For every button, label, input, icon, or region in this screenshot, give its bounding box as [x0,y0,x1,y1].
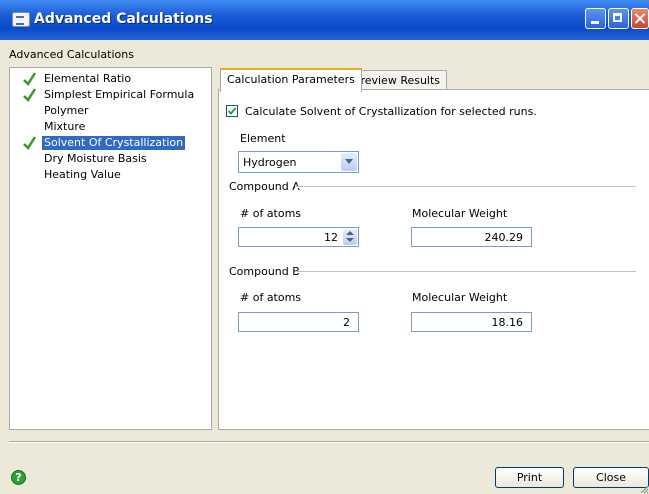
compound-b-mw-label: Molecular Weight [412,291,508,304]
compound-b-mw-field[interactable]: 18.16 [411,312,532,332]
tab-calculation-parameters[interactable]: Calculation Parameters [220,68,362,92]
minimize-button[interactable] [585,8,606,29]
compound-b-atoms-field[interactable]: 2 [238,312,359,332]
maximize-button[interactable] [608,8,629,29]
calculation-tree: Elemental Ratio Simplest Empirical Formu… [9,67,212,430]
resize-grip-icon[interactable] [639,484,649,494]
green-check-icon [23,88,36,102]
section-header: Advanced Calculations [9,48,134,61]
compound-b-atoms-label: # of atoms [240,291,302,304]
tree-item-label: Mixture [44,120,86,133]
tree-item-label: Heating Value [44,168,121,181]
compound-a-title: Compound A [229,180,300,193]
print-button[interactable]: Print [495,467,564,488]
compound-b-divider [295,271,636,273]
app-icon [12,12,30,27]
tree-item-label: Elemental Ratio [44,72,132,85]
tree-item-label: Dry Moisture Basis [44,152,147,165]
calculate-solvent-checkbox[interactable] [226,105,238,117]
compound-b-title: Compound B [229,265,300,278]
tree-item-label: Simplest Empirical Formula [44,88,195,101]
checkbox-label: Calculate Solvent of Crystallization for… [245,105,537,118]
green-check-icon [23,72,36,86]
advanced-calculations-window: Advanced Calculations Advanced Calculati… [0,0,649,494]
checkmark-icon [227,107,237,115]
compound-a-divider [295,186,636,188]
tab-preview-results[interactable]: Preview Results [347,70,448,90]
compound-a-mw-label: Molecular Weight [412,207,508,220]
compound-b-mw-value: 18.16 [491,316,524,329]
compound-a-atoms-value: 12 [324,231,338,244]
tree-item-label: Polymer [44,104,89,117]
chevron-down-icon[interactable] [341,153,357,171]
window-title: Advanced Calculations [34,11,213,27]
compound-a-atoms-stepper[interactable]: 12 [238,227,359,247]
help-icon[interactable]: ? [11,470,26,485]
element-dropdown[interactable]: Hydrogen [238,151,359,173]
close-window-button[interactable] [631,8,649,29]
close-button[interactable]: Close [573,467,649,488]
compound-b-atoms-value: 2 [343,316,350,329]
tree-item-label: Solvent Of Crystallization [42,136,186,150]
element-label: Element [240,132,286,145]
green-check-icon [23,136,36,150]
spinner-arrows-icon[interactable] [343,229,357,245]
compound-a-mw-field[interactable]: 240.29 [411,227,532,247]
title-bar[interactable]: Advanced Calculations [0,0,649,40]
element-value: Hydrogen [243,156,297,169]
footer-divider [9,441,649,443]
compound-a-mw-value: 240.29 [484,231,524,244]
compound-a-atoms-label: # of atoms [240,207,302,220]
